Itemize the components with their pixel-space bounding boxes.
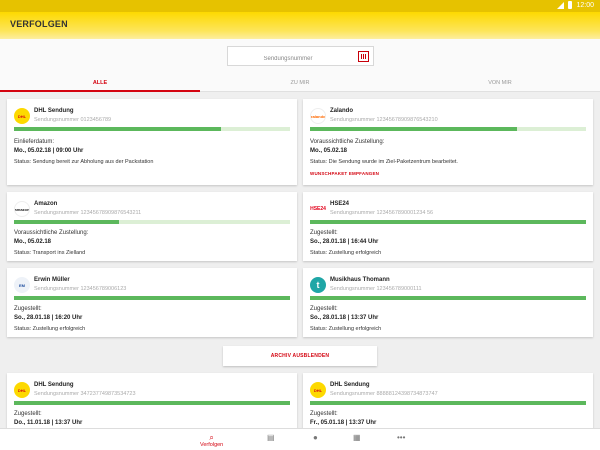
date-label: Zugestellt:: [14, 411, 42, 417]
bottom-navigation: ⌕ Verfolgen ▤ ● ▦ •••: [0, 428, 600, 450]
search-area: [0, 39, 600, 73]
date-label: Zugestellt:: [310, 306, 338, 312]
signal-icon: [557, 1, 565, 9]
date-label: Zugestellt:: [14, 306, 42, 312]
dhl-logo-icon: DHL: [310, 382, 326, 398]
date-label: Zugestellt:: [310, 411, 338, 417]
shipment-card[interactable]: DHL DHL Sendung Sendungsnummer 347237749…: [7, 373, 297, 433]
clock: 12:00: [576, 1, 594, 9]
date-label: Voraussichtliche Zustellung:: [310, 139, 385, 145]
status-bar: 12:00: [0, 0, 600, 12]
page-title: VERFOLGEN: [10, 19, 68, 29]
progress-bar: [310, 296, 586, 300]
progress-bar: [310, 220, 586, 224]
app-bar: VERFOLGEN: [0, 12, 600, 39]
status-text: Status: Zustellung erfolgreich: [14, 326, 86, 332]
package-icon: ▤: [267, 433, 275, 442]
amazon-logo-icon: amazon: [14, 201, 30, 217]
search-box: [227, 46, 374, 68]
tracking-number: Sendungsnummer 123456789000111: [330, 286, 422, 292]
tracking-number: Sendungsnummer 1234567890001234 56: [330, 210, 434, 216]
progress-bar: [14, 296, 290, 300]
date-value: Do., 11.01.18 | 13:37 Uhr: [14, 420, 83, 426]
date-value: So., 28.01.18 | 13:37 Uhr: [310, 315, 379, 321]
shipment-card[interactable]: HSE24 HSE24 Sendungsnummer 1234567890001…: [303, 192, 593, 261]
barcode-scan-icon[interactable]: [358, 51, 369, 62]
sender-name: Amazon: [34, 201, 58, 207]
location-pin-icon: ●: [313, 433, 318, 442]
shipment-card[interactable]: DHL DHL Sendung Sendungsnummer 012345678…: [7, 99, 297, 185]
nav-locations[interactable]: ●: [313, 433, 318, 442]
sender-name: Musikhaus Thomann: [330, 277, 390, 283]
archive-toggle-button[interactable]: ARCHIV AUSBLENDEN: [223, 346, 377, 366]
tracking-number: Sendungsnummer 123456789006123: [34, 286, 127, 292]
sender-name: Erwin Müller: [34, 277, 70, 283]
track-search-icon: ⌕: [209, 433, 214, 442]
hse24-logo-icon: HSE24: [310, 201, 326, 217]
tab-from-me[interactable]: VON MIR: [400, 73, 600, 92]
sender-name: DHL Sendung: [330, 382, 370, 388]
progress-bar: [310, 401, 586, 405]
search-input[interactable]: [228, 50, 348, 68]
erwin-mueller-logo-icon: EM: [14, 277, 30, 293]
status-text: Status: Die Sendung wurde im Ziel-Paketz…: [310, 159, 458, 165]
date-value: Mo., 05.02.18: [310, 148, 348, 154]
nav-verfolgen[interactable]: ⌕ Verfolgen: [200, 433, 223, 448]
date-value: So., 28.01.18 | 16:44 Uhr: [310, 239, 379, 245]
shipment-card[interactable]: amazon Amazon Sendungsnummer 12345678909…: [7, 192, 297, 261]
sender-name: DHL Sendung: [34, 108, 74, 114]
sender-name: Zalando: [330, 108, 354, 114]
nav-packages[interactable]: ▤: [267, 433, 275, 442]
tracking-number: Sendungsnummer 0123456789: [34, 117, 112, 123]
sender-name: DHL Sendung: [34, 382, 74, 388]
date-value: Mo., 05.02.18: [14, 239, 52, 245]
progress-bar: [14, 127, 290, 131]
nav-label: Verfolgen: [200, 442, 224, 448]
status-text: Status: Zustellung erfolgreich: [310, 250, 382, 256]
tracking-number: Sendungsnummer 12345678909876543211: [34, 210, 142, 216]
date-label: Zugestellt:: [310, 230, 338, 236]
tracking-number: Sendungsnummer 12345678909876543210: [330, 117, 438, 123]
zalando-logo-icon: zalando: [310, 108, 326, 124]
shipment-card[interactable]: DHL DHL Sendung Sendungsnummer 888881243…: [303, 373, 593, 433]
thomann-logo-icon: t: [310, 277, 326, 293]
shipment-card[interactable]: EM Erwin Müller Sendungsnummer 123456789…: [7, 268, 297, 337]
status-text: Status: Sendung bereit zur Abholung aus …: [14, 159, 154, 165]
shipment-card[interactable]: t Musikhaus Thomann Sendungsnummer 12345…: [303, 268, 593, 337]
tracking-number: Sendungsnummer 88888124398734873747: [330, 391, 438, 397]
dhl-logo-icon: DHL: [14, 382, 30, 398]
shipment-card[interactable]: zalando Zalando Sendungsnummer 123456789…: [303, 99, 593, 185]
sender-name: HSE24: [330, 201, 350, 207]
dhl-logo-icon: DHL: [14, 108, 30, 124]
date-label: Einlieferdatum:: [14, 139, 55, 145]
tab-bar: ALLE ZU MIR VON MIR: [0, 73, 600, 92]
battery-icon: [568, 1, 573, 9]
tab-to-me[interactable]: ZU MIR: [200, 73, 400, 92]
date-value: So., 28.01.18 | 16:20 Uhr: [14, 315, 83, 321]
tab-all[interactable]: ALLE: [0, 73, 200, 92]
status-text: Status: Transport ins Zielland: [14, 250, 86, 256]
list-icon: ▦: [353, 433, 361, 442]
progress-bar: [310, 127, 586, 131]
date-value: Mo., 05.02.18 | 09:00 Uhr: [14, 148, 84, 154]
date-value: Fr., 05.01.18 | 13:37 Uhr: [310, 420, 377, 426]
wunschpaket-link[interactable]: WUNSCHPAKET EMPFANGEN: [310, 171, 379, 176]
status-text: Status: Zustellung erfolgreich: [310, 326, 382, 332]
date-label: Voraussichtliche Zustellung:: [14, 230, 89, 236]
progress-bar: [14, 220, 290, 224]
progress-bar: [14, 401, 290, 405]
tracking-number: Sendungsnummer 347237749873534723: [34, 391, 136, 397]
nav-services[interactable]: ▦: [353, 433, 361, 442]
more-icon: •••: [397, 433, 406, 442]
nav-more[interactable]: •••: [397, 433, 405, 442]
